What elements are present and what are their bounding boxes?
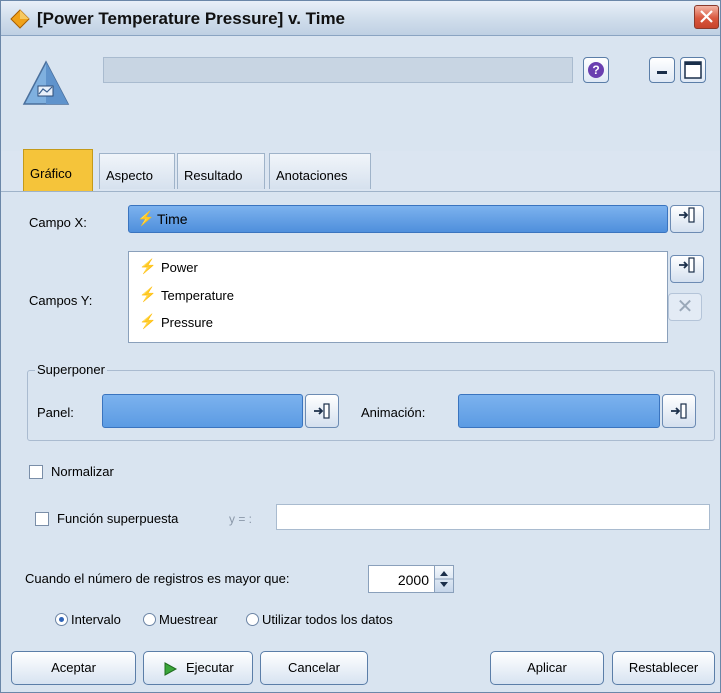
animation-field-select[interactable]: [458, 394, 660, 428]
radio-all-data[interactable]: [246, 613, 259, 626]
panel-field-select[interactable]: [102, 394, 303, 428]
field-picker-icon: [671, 403, 687, 419]
radio-interval-label: Intervalo: [71, 612, 121, 627]
spinner-arrows[interactable]: [434, 566, 453, 592]
records-threshold-value: 2000: [397, 572, 429, 588]
y-field-name: Temperature: [161, 288, 234, 303]
tab-label: Anotaciones: [276, 168, 348, 183]
radio-sample-label: Muestrear: [159, 612, 218, 627]
minimize-button[interactable]: [649, 57, 675, 83]
records-threshold-spinner[interactable]: 2000: [368, 565, 454, 593]
tab-anotaciones[interactable]: Anotaciones: [269, 153, 371, 189]
x-field-picker-button[interactable]: [670, 205, 704, 233]
remove-field-button[interactable]: ✕: [668, 293, 702, 321]
continuous-field-icon: ⚡: [139, 286, 157, 302]
normalize-label: Normalizar: [51, 464, 114, 479]
tab-resultado[interactable]: Resultado: [177, 153, 265, 189]
apply-button-label: Aplicar: [527, 660, 567, 675]
panel-picker-button[interactable]: [305, 394, 339, 428]
help-button[interactable]: ?: [583, 57, 609, 83]
window-title: [Power Temperature Pressure] v. Time: [37, 9, 346, 28]
field-picker-icon: [679, 207, 695, 223]
maximize-icon: [684, 61, 702, 79]
cancel-button-label: Cancelar: [287, 660, 341, 675]
overlay-function-checkbox[interactable]: [35, 512, 49, 526]
run-button[interactable]: Ejecutar: [143, 651, 253, 685]
field-picker-icon: [314, 403, 330, 419]
tab-label: Aspecto: [106, 168, 153, 183]
ok-button[interactable]: Aceptar: [11, 651, 136, 685]
dialog-window: [Power Temperature Pressure] v. Time ? G…: [0, 0, 721, 693]
y-fields-list[interactable]: ⚡ Power ⚡ Temperature ⚡ Pressure: [128, 251, 668, 343]
plot-node-icon: [22, 60, 70, 105]
radio-sample[interactable]: [143, 613, 156, 626]
animation-label: Animación:: [361, 405, 426, 420]
svg-text:?: ?: [592, 63, 599, 77]
tab-label: Gráfico: [30, 166, 72, 181]
cancel-button[interactable]: Cancelar: [260, 651, 368, 685]
minimize-icon: [657, 71, 667, 74]
x-field-label: Campo X:: [29, 215, 87, 230]
animation-picker-button[interactable]: [662, 394, 696, 428]
reset-button-label: Restablecer: [628, 660, 699, 675]
x-field-select[interactable]: ⚡ Time: [128, 205, 668, 233]
records-threshold-label: Cuando el número de registros es mayor q…: [25, 571, 290, 586]
maximize-button[interactable]: [680, 57, 706, 83]
close-icon: [700, 10, 713, 23]
y-field-name: Pressure: [161, 315, 214, 330]
y-fields-picker-button[interactable]: [670, 255, 704, 283]
title-bar: [Power Temperature Pressure] v. Time: [1, 1, 720, 36]
y-equals-label: y = :: [229, 512, 253, 526]
reset-button[interactable]: Restablecer: [612, 651, 715, 685]
tab-grafico[interactable]: Gráfico: [23, 149, 93, 191]
normalize-checkbox[interactable]: [29, 465, 43, 479]
x-field-value: Time: [157, 211, 188, 227]
tab-label: Resultado: [184, 168, 243, 183]
y-field-name: Power: [161, 260, 198, 275]
play-icon: [164, 661, 178, 676]
close-button[interactable]: [694, 5, 719, 29]
continuous-field-icon: ⚡: [139, 313, 157, 329]
field-picker-icon: [679, 257, 695, 273]
continuous-field-icon: ⚡: [139, 258, 157, 274]
overlay-function-label: Función superpuesta: [57, 511, 179, 526]
node-diamond-icon: [10, 9, 30, 29]
node-name-field[interactable]: [103, 57, 573, 83]
tab-aspecto[interactable]: Aspecto: [99, 153, 175, 189]
overlay-group-title: Superponer: [35, 362, 107, 377]
up-down-arrows-icon: [435, 571, 453, 587]
radio-interval[interactable]: [55, 613, 68, 626]
panel-label: Panel:: [37, 405, 74, 420]
apply-button[interactable]: Aplicar: [490, 651, 604, 685]
ok-button-label: Aceptar: [51, 660, 96, 675]
continuous-field-icon: ⚡: [137, 210, 155, 226]
question-mark-icon: ?: [588, 62, 604, 78]
radio-all-data-label: Utilizar todos los datos: [262, 612, 393, 627]
delete-x-icon: ✕: [676, 296, 694, 318]
header-area: ?: [1, 36, 720, 151]
run-button-label: Ejecutar: [185, 660, 234, 675]
y-fields-label: Campos Y:: [29, 293, 93, 308]
overlay-function-input[interactable]: [276, 504, 710, 530]
